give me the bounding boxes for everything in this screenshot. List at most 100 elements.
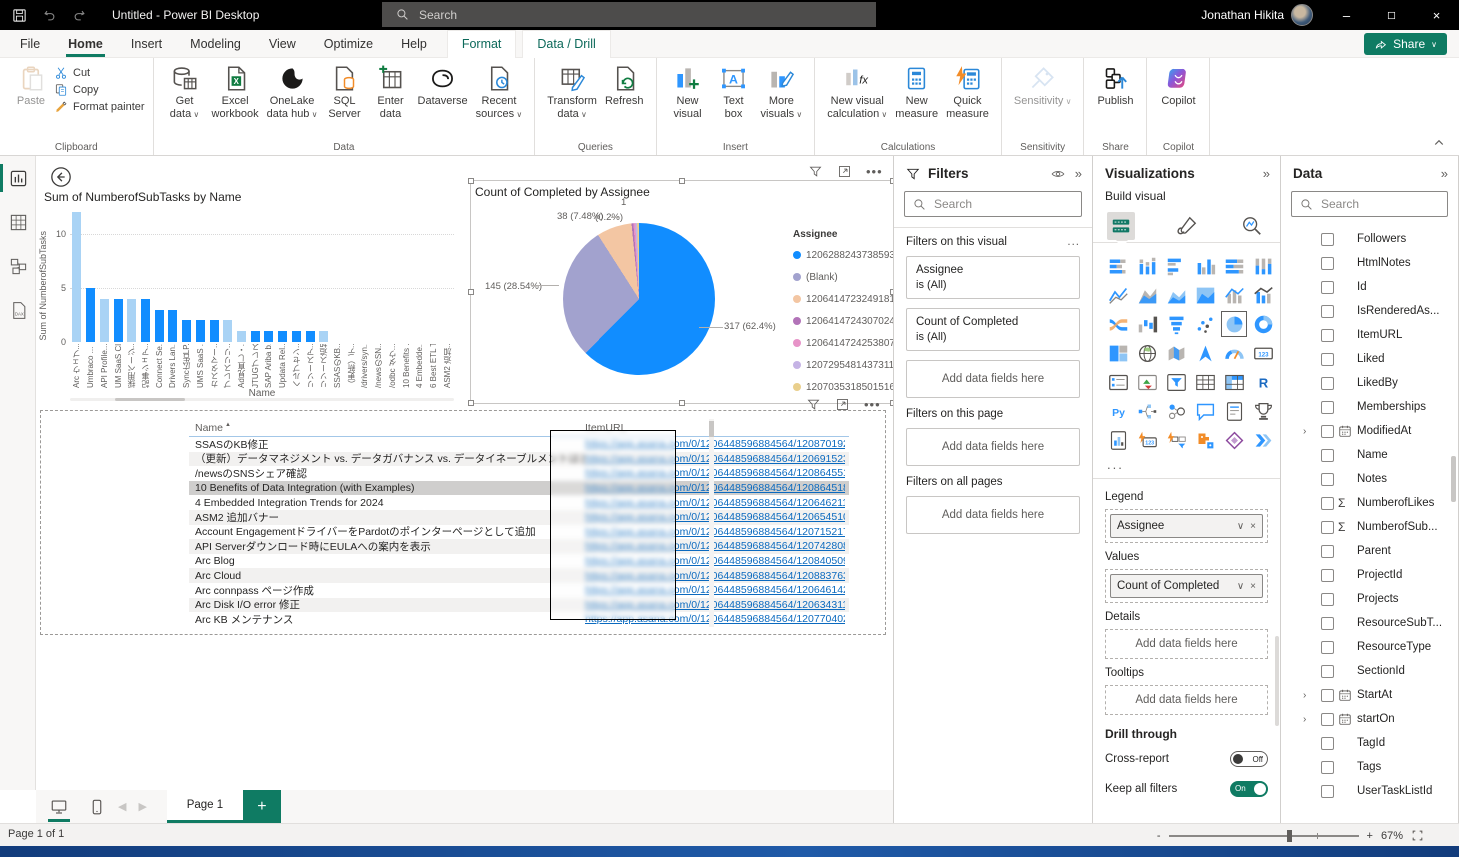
table-scrollbar[interactable]: [709, 419, 714, 627]
field-isrenderedas[interactable]: IsRenderedAs...: [1281, 299, 1458, 323]
get-more-visuals-icon[interactable]: ...: [1093, 453, 1280, 479]
field-followers[interactable]: Followers: [1281, 227, 1458, 251]
format-painter-button[interactable]: Format painter: [54, 100, 145, 114]
bar[interactable]: [319, 331, 328, 342]
field-numberoflikes[interactable]: ΣNumberofLikes: [1281, 491, 1458, 515]
field-checkbox[interactable]: [1321, 569, 1334, 582]
dataverse-button[interactable]: Dataverse: [414, 62, 472, 111]
stacked-bar-chart-icon[interactable]: [1105, 253, 1131, 279]
tab-insert[interactable]: Insert: [117, 30, 176, 58]
field-checkbox[interactable]: [1321, 329, 1334, 342]
legend-item[interactable]: 1207035318501516: [793, 376, 895, 398]
field-checkbox[interactable]: [1321, 665, 1334, 678]
toggle-on[interactable]: On: [1230, 781, 1268, 797]
bar[interactable]: [168, 310, 177, 343]
bar[interactable]: [114, 299, 123, 342]
data-search-input[interactable]: Search: [1291, 191, 1448, 217]
bar[interactable]: [306, 331, 315, 342]
card-icon[interactable]: 123: [1250, 340, 1276, 366]
more-options-icon[interactable]: ...: [1067, 236, 1080, 248]
bar[interactable]: [237, 331, 246, 342]
field-numberofsub[interactable]: ΣNumberofSub...: [1281, 515, 1458, 539]
field-name[interactable]: Name: [1281, 443, 1458, 467]
field-checkbox[interactable]: [1321, 473, 1334, 486]
line-and-clustered-column-chart-icon[interactable]: [1250, 282, 1276, 308]
save-icon[interactable]: [8, 4, 30, 26]
filled-map-icon[interactable]: [1163, 340, 1189, 366]
waterfall-chart-icon[interactable]: [1134, 311, 1160, 337]
chevron-down-icon[interactable]: ∨: [1237, 581, 1244, 592]
field-notes[interactable]: Notes: [1281, 467, 1458, 491]
publish-button[interactable]: Publish: [1092, 62, 1138, 111]
pane-scrollbar[interactable]: [1275, 636, 1279, 726]
field-projects[interactable]: Projects: [1281, 587, 1458, 611]
build-visual-tab[interactable]: [1107, 212, 1135, 240]
column-header-name[interactable]: Name▲: [189, 422, 585, 434]
funnel-chart-icon[interactable]: [1163, 311, 1189, 337]
bar[interactable]: [210, 320, 219, 342]
excel-workbook-button[interactable]: XExcelworkbook: [208, 62, 263, 124]
chevron-down-icon[interactable]: ∨: [1237, 521, 1244, 532]
donut-chart-icon[interactable]: [1250, 311, 1276, 337]
fit-to-page-icon[interactable]: [1411, 829, 1424, 842]
line-chart-icon[interactable]: [1105, 282, 1131, 308]
field-pill[interactable]: Assignee∨×: [1110, 514, 1263, 538]
collapse-pane-icon[interactable]: »: [1263, 166, 1270, 181]
legend-item[interactable]: 1206414723249181: [793, 288, 895, 310]
area-chart-icon[interactable]: [1134, 282, 1160, 308]
tab-modeling[interactable]: Modeling: [176, 30, 255, 58]
selection-handle[interactable]: [468, 400, 474, 406]
gauge-icon[interactable]: [1221, 340, 1247, 366]
table-row[interactable]: Arc Disk I/O error 修正https://app.asana.c…: [189, 598, 849, 613]
clustered-column-chart-icon[interactable]: [1192, 253, 1218, 279]
new-page-button[interactable]: +: [243, 790, 281, 823]
toggle-off[interactable]: Off: [1230, 751, 1268, 767]
table-row[interactable]: ASM2 追加バナーhttps://app.asana.com/0/120644…: [189, 510, 849, 525]
redo-icon[interactable]: [68, 4, 90, 26]
table-row[interactable]: API Serverダウンロード時にEULAへの案内を表示https://app…: [189, 539, 849, 554]
sidebar-item-table-view[interactable]: [0, 200, 36, 244]
field-checkbox[interactable]: [1321, 449, 1334, 462]
map-icon[interactable]: [1134, 340, 1160, 366]
chevron-right-icon[interactable]: ›: [1303, 426, 1306, 437]
field-checkbox[interactable]: [1321, 377, 1334, 390]
bar[interactable]: [141, 299, 150, 342]
legend-item[interactable]: 1207295481437311: [793, 354, 895, 376]
field-sectionid[interactable]: SectionId: [1281, 659, 1458, 683]
line-and-stacked-column-chart-icon[interactable]: [1221, 282, 1247, 308]
sidebar-item-model-view[interactable]: [0, 244, 36, 288]
filter-icon[interactable]: [808, 164, 823, 179]
field-checkbox[interactable]: [1321, 353, 1334, 366]
zoom-slider[interactable]: [1169, 835, 1359, 837]
bar[interactable]: [155, 310, 164, 343]
bar[interactable]: [127, 299, 136, 342]
share-button[interactable]: Share ∨: [1364, 33, 1447, 55]
table-row[interactable]: （更新）データマネジメント vs. データガバナンス vs. データイネーブルメ…: [189, 452, 849, 467]
pie-chart[interactable]: [563, 223, 715, 375]
table-row[interactable]: Arc Cloudhttps://app.asana.com/0/1206448…: [189, 568, 849, 583]
minimize-button[interactable]: –: [1324, 0, 1369, 30]
field-checkbox[interactable]: [1321, 641, 1334, 654]
field-starton[interactable]: ›startOn: [1281, 707, 1458, 731]
tab-home[interactable]: Home: [54, 30, 117, 58]
analytics-tab[interactable]: [1238, 212, 1266, 240]
add-data-fields-dropzone[interactable]: Add data fields here: [906, 360, 1080, 398]
add-data-fields-dropzone[interactable]: Add data fields here: [906, 496, 1080, 534]
table-row[interactable]: /newsのSNSシェア確認https://app.asana.com/0/12…: [189, 466, 849, 481]
field-resourcetype[interactable]: ResourceType: [1281, 635, 1458, 659]
stacked-area-chart-icon[interactable]: [1163, 282, 1189, 308]
onelake-data-hub-button[interactable]: OneLakedata hub ∨: [263, 62, 322, 124]
back-arrow-icon[interactable]: [50, 166, 72, 188]
100-stacked-bar-chart-icon[interactable]: [1221, 253, 1247, 279]
desktop-layout-icon[interactable]: [44, 794, 74, 820]
more-visuals-button[interactable]: Morevisuals ∨: [757, 62, 807, 124]
close-button[interactable]: ×: [1414, 0, 1459, 30]
field-likedby[interactable]: LikedBy: [1281, 371, 1458, 395]
refresh-button[interactable]: Refresh: [601, 62, 648, 111]
treemap-icon[interactable]: [1105, 340, 1131, 366]
filters-search-input[interactable]: Search: [904, 191, 1082, 217]
smart-narrative-icon[interactable]: [1221, 398, 1247, 424]
well-values[interactable]: Count of Completed∨×: [1105, 569, 1268, 603]
scatter-chart-icon[interactable]: [1192, 311, 1218, 337]
remove-field-icon[interactable]: ×: [1250, 521, 1256, 532]
